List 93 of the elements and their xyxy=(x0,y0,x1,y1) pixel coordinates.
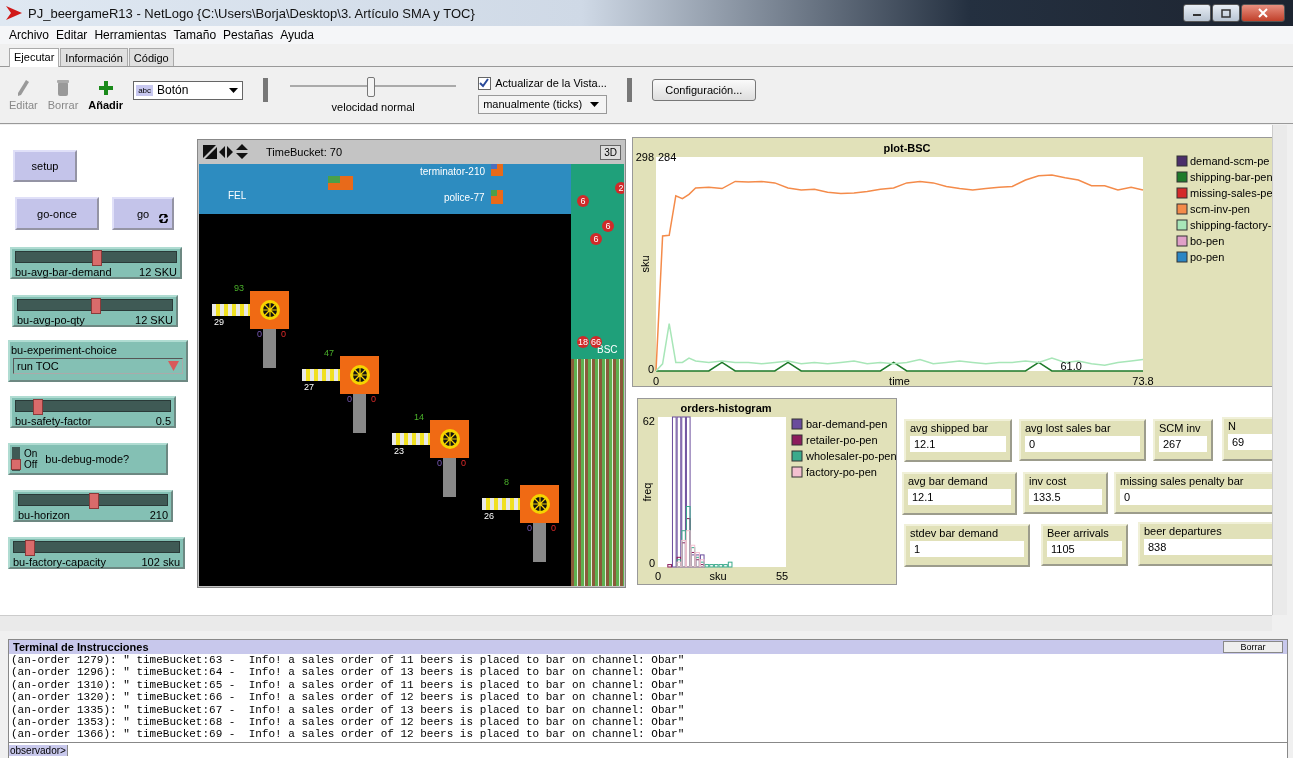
axis-tick-label: 62 xyxy=(642,415,655,427)
slider-label: bu-avg-po-qty xyxy=(17,314,85,326)
y-axis-label: freq xyxy=(641,482,653,502)
axis-tick-label: 0 xyxy=(647,363,654,375)
value-readout: 284 xyxy=(658,151,677,163)
output-line: (an-order 1366): " timeBucket:69 - Info! a sales order of 12 beers is placed to bar on channel: Obar" xyxy=(11,728,686,741)
legend-label: missing-sales-pe xyxy=(1190,187,1272,199)
pipeline-label: 26 xyxy=(484,510,494,521)
terminal-title: Terminal de Instrucciones xyxy=(13,641,149,653)
monitor-value: 0 xyxy=(1120,489,1272,505)
axis-tick-label: 55 xyxy=(775,570,789,582)
monitor-value: 838 xyxy=(1144,539,1272,555)
monitor-value: 0 xyxy=(1025,436,1140,452)
output-line: (an-order 1296): " timeBucket:64 - Info! a sales order of 13 beers is placed to bar on channel: Obar" xyxy=(11,666,686,679)
legend-label: scm-inv-pen xyxy=(1190,203,1250,215)
slider-label: bu-factory-capacity xyxy=(13,556,106,568)
slider-value: 210 xyxy=(149,509,168,521)
legend-label: demand-scm-pe xyxy=(1190,155,1270,167)
slider-value: 0.5 xyxy=(155,415,171,427)
y-axis-label: sku xyxy=(639,255,651,273)
switch-off-label: Off xyxy=(24,459,38,470)
legend-label: po-pen xyxy=(1190,251,1225,263)
monitor-label: beer departures xyxy=(1144,525,1223,537)
monitor-label: avg lost sales bar xyxy=(1025,422,1112,434)
legend-label: shipping-factory- xyxy=(1190,219,1272,231)
monitor-label: N xyxy=(1228,420,1237,432)
monitor-label: Beer arrivals xyxy=(1047,527,1110,539)
plot-title: orders-histogram xyxy=(680,402,772,414)
monitor-value: 1105 xyxy=(1047,541,1122,557)
legend-label: bo-pen xyxy=(1190,235,1225,247)
monitor-label: inv cost xyxy=(1029,475,1068,487)
stock-label: 47 xyxy=(324,347,334,358)
pipeline-label: 29 xyxy=(214,317,224,327)
backlog-label: 0 xyxy=(527,522,532,533)
slider-value: 12 SKU xyxy=(139,266,177,278)
plot-title: plot-BSC xyxy=(883,142,931,154)
missed-label: 0 xyxy=(371,393,376,404)
pipeline-label: 23 xyxy=(394,446,404,456)
monitor-label: stdev bar demand xyxy=(910,527,1000,539)
missed-label: 0 xyxy=(551,522,556,533)
legend-label: bar-demand-pen xyxy=(806,418,888,430)
output-line: (an-order 1353): " timeBucket:68 - Info! a sales order of 12 beers is placed to bar on channel: Obar" xyxy=(11,716,686,729)
patch-label: FEL xyxy=(228,190,247,201)
x-axis-label: time xyxy=(889,375,910,386)
monitor-label: SCM inv xyxy=(1159,422,1202,434)
value-readout: 61.0 xyxy=(1060,360,1082,372)
output-line: (an-order 1320): " timeBucket:66 - Info! a sales order of 12 beers is placed to bar on channel: Obar" xyxy=(11,691,686,704)
x-axis-label: sku xyxy=(709,570,727,582)
backlog-label: 0 xyxy=(347,393,352,404)
output-line: (an-order 1279): " timeBucket:63 - Info! a sales order of 11 beers is placed to bar on channel: Obar" xyxy=(11,654,686,667)
stock-label: 8 xyxy=(504,476,509,487)
output-line: (an-order 1310): " timeBucket:65 - Info! a sales order of 11 beers is placed to bar on channel: Obar" xyxy=(11,678,686,692)
slider-label: bu-horizon xyxy=(18,509,70,521)
missed-label: 0 xyxy=(281,329,286,339)
monitor-label: avg bar demand xyxy=(908,475,989,487)
slider-value: 12 SKU xyxy=(135,314,173,326)
monitor-label: missing sales penalty bar xyxy=(1120,475,1245,487)
monitor-label: avg shipped bar xyxy=(910,422,990,434)
axis-tick-label: 73.8 xyxy=(1132,375,1154,386)
legend-label: retailer-po-pen xyxy=(806,434,878,446)
monitor-value: 267 xyxy=(1159,436,1207,452)
monitor-value: 69 xyxy=(1228,434,1272,450)
tick-counter: TimeBucket: 70 xyxy=(266,146,342,158)
axis-tick-label: 0 xyxy=(652,375,660,386)
window-title: PJ_beergameR13 - NetLogo {C:\Users\Borja\Desktop\3. Artículo SMA y TOC} xyxy=(28,5,475,21)
alert-agent: 2 xyxy=(615,182,624,194)
axis-tick-label: 0 xyxy=(654,570,662,582)
monitor-value: 1 xyxy=(910,541,1024,557)
chooser-label: bu-experiment-choice xyxy=(10,343,118,358)
axis-tick-label: 0 xyxy=(648,557,655,569)
monitor-value: 12.1 xyxy=(908,489,1011,505)
widget-type-icon: abc xyxy=(136,84,154,96)
slider-value: 102 sku xyxy=(141,556,180,568)
stock-label: 93 xyxy=(234,283,244,293)
monitor-value: 133.5 xyxy=(1029,489,1102,505)
stock-label: 14 xyxy=(414,412,424,422)
axis-tick-label: 298 xyxy=(635,151,654,163)
missed-label: 0 xyxy=(461,458,466,468)
monitor-value: 12.1 xyxy=(910,436,1006,452)
legend-label: wholesaler-po-pen xyxy=(806,450,896,462)
switch-on-label: On xyxy=(24,448,38,459)
switch-label: bu-debug-mode? xyxy=(45,453,130,465)
pipeline-label: 27 xyxy=(304,381,314,392)
backlog-label: 0 xyxy=(257,329,262,339)
slider-label: bu-avg-bar-demand xyxy=(15,266,112,278)
backlog-label: 0 xyxy=(437,458,442,468)
patch-label: terminator-210 xyxy=(420,166,486,177)
output-line: (an-order 1335): " timeBucket:67 - Info! a sales order of 13 beers is placed to bar on channel: Obar" xyxy=(11,703,686,717)
speed-label: velocidad normal xyxy=(331,101,415,113)
legend-label: shipping-bar-pen xyxy=(1190,171,1272,183)
slider-label: bu-safety-factor xyxy=(15,415,92,427)
patch-label: police-77 xyxy=(444,192,485,203)
legend-label: factory-po-pen xyxy=(806,466,877,478)
